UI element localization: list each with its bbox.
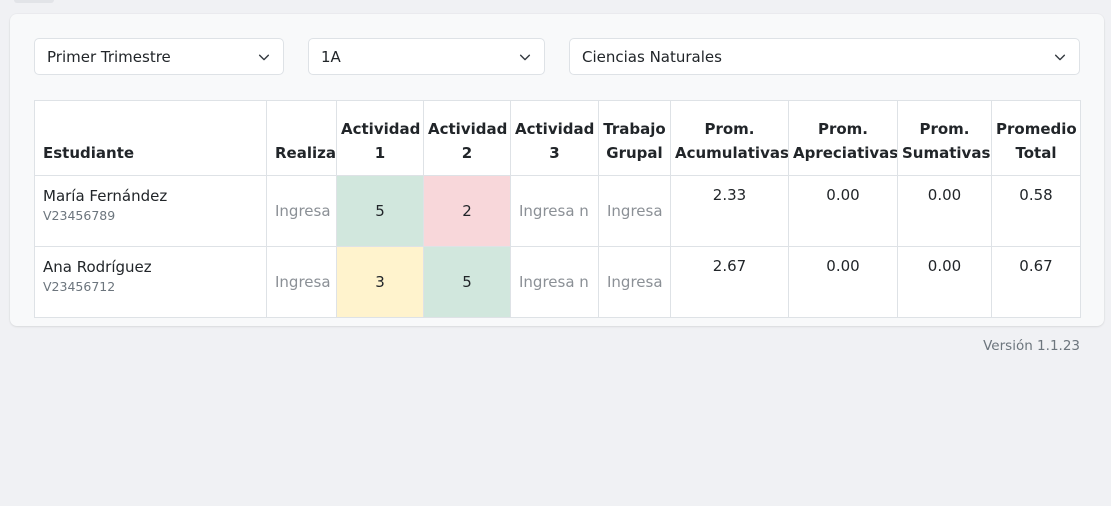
header-activity-1-line1: Actividad — [341, 120, 421, 138]
header-promedio-total-line1: Promedio — [996, 120, 1077, 138]
header-promedio-total: Promedio Total — [991, 100, 1081, 176]
group-work-cell: Ingresa — [598, 175, 671, 247]
period-select[interactable]: Primer Trimestre — [34, 38, 284, 75]
activity-2-input[interactable]: 5 — [425, 253, 510, 311]
table-header-row: Estudiante Realiza Actividad 1 Actividad… — [34, 100, 1081, 176]
student-name: Ana Rodríguez — [43, 258, 152, 276]
header-promedio-total-line2: Total — [1015, 144, 1057, 162]
header-prom-sumativas-line2: Sumativas — [902, 144, 991, 162]
prom-sumativas-value: 0.00 — [897, 175, 992, 247]
student-id: V23456712 — [43, 279, 116, 294]
header-realiza: Realiza — [266, 100, 337, 176]
activity-1-input[interactable]: 5 — [338, 182, 423, 240]
header-prom-apreciativas-line1: Prom. — [817, 120, 869, 138]
prom-acumulativas-value: 2.33 — [670, 175, 789, 247]
header-prom-apreciativas: Prom. Apreciativas — [788, 100, 898, 176]
activity-2-cell: 5 — [423, 246, 511, 318]
header-activity-3: Actividad 3 — [510, 100, 599, 176]
activity-3-cell: Ingresa n — [510, 246, 599, 318]
prom-apreciativas-value: 0.00 — [788, 175, 898, 247]
group-work-cell: Ingresa — [598, 246, 671, 318]
table-row: Ana Rodríguez V23456712 Ingresa 3 5 Ingr… — [34, 246, 1081, 318]
activity-1-cell: 5 — [336, 175, 424, 247]
prom-acumulativas-value: 2.67 — [670, 246, 789, 318]
header-prom-acumulativas-line1: Prom. — [704, 120, 755, 138]
table-row: María Fernández V23456789 Ingresa 5 2 In… — [34, 175, 1081, 247]
header-prom-acumulativas-line2: Acumulativas — [675, 144, 789, 162]
prom-sumativas-value: 0.00 — [897, 246, 992, 318]
student-cell: María Fernández V23456789 — [34, 175, 267, 247]
period-select-value: Primer Trimestre — [47, 47, 171, 66]
header-activity-2: Actividad 2 — [423, 100, 511, 176]
student-cell: Ana Rodríguez V23456712 — [34, 246, 267, 318]
header-prom-acumulativas: Prom. Acumulativas — [670, 100, 789, 176]
top-tab-stub — [14, 0, 54, 3]
activity-1-input[interactable]: 3 — [338, 253, 423, 311]
header-realiza-label: Realiza — [275, 144, 336, 162]
grades-card: Primer Trimestre 1A Ciencias Naturales E… — [10, 14, 1104, 326]
student-name: María Fernández — [43, 187, 168, 205]
realiza-cell: Ingresa — [266, 246, 337, 318]
header-student: Estudiante — [34, 100, 267, 176]
subject-select-value: Ciencias Naturales — [582, 47, 722, 66]
group-work-input[interactable]: Ingresa — [600, 253, 670, 311]
grades-table: Estudiante Realiza Actividad 1 Actividad… — [34, 100, 1081, 318]
grade-select-value: 1A — [321, 47, 341, 66]
student-id: V23456789 — [43, 208, 116, 223]
header-prom-sumativas-line1: Prom. — [919, 120, 970, 138]
realiza-cell: Ingresa — [266, 175, 337, 247]
activity-2-input[interactable]: 2 — [425, 182, 510, 240]
activity-1-cell: 3 — [336, 246, 424, 318]
header-prom-sumativas: Prom. Sumativas — [897, 100, 992, 176]
activity-3-input[interactable]: Ingresa n — [512, 253, 598, 311]
activity-2-cell: 2 — [423, 175, 511, 247]
header-activity-1: Actividad 1 — [336, 100, 424, 176]
header-prom-apreciativas-line2: Apreciativas — [793, 144, 898, 162]
header-activity-2-line1: Actividad — [428, 120, 508, 138]
promedio-total-value: 0.67 — [991, 246, 1081, 318]
group-work-input[interactable]: Ingresa — [600, 182, 670, 240]
chevron-down-icon — [258, 54, 270, 61]
chevron-down-icon — [519, 54, 531, 61]
prom-apreciativas-value: 0.00 — [788, 246, 898, 318]
activity-3-cell: Ingresa n — [510, 175, 599, 247]
chevron-down-icon — [1054, 54, 1066, 61]
header-activity-1-line2: 1 — [374, 144, 386, 162]
header-student-label: Estudiante — [43, 144, 135, 162]
promedio-total-value: 0.58 — [991, 175, 1081, 247]
grade-select[interactable]: 1A — [308, 38, 545, 75]
header-activity-2-line2: 2 — [461, 144, 473, 162]
header-activity-3-line1: Actividad — [515, 120, 595, 138]
header-group-work-line2: Grupal — [606, 144, 663, 162]
activity-3-input[interactable]: Ingresa n — [512, 182, 598, 240]
header-group-work-line1: Trabajo — [603, 120, 666, 138]
app-version: Versión 1.1.23 — [983, 338, 1080, 354]
realiza-input[interactable]: Ingresa — [268, 182, 336, 240]
realiza-input[interactable]: Ingresa — [268, 253, 336, 311]
header-group-work: Trabajo Grupal — [598, 100, 671, 176]
header-activity-3-line2: 3 — [549, 144, 560, 162]
subject-select[interactable]: Ciencias Naturales — [569, 38, 1080, 75]
